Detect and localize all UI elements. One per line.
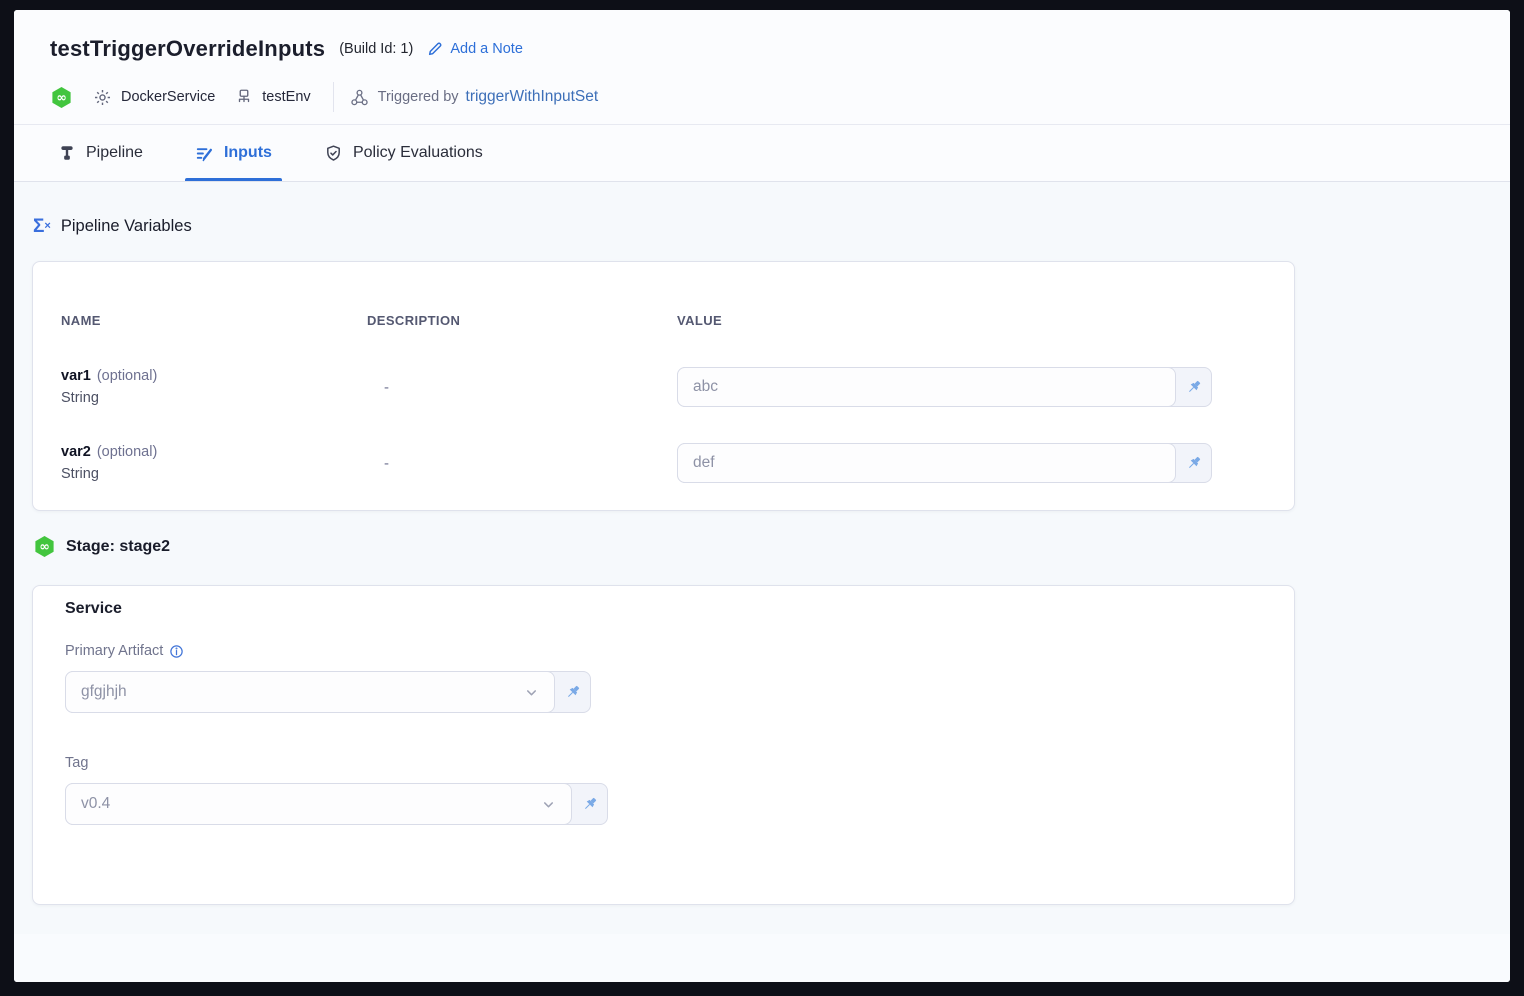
primary-artifact-label: Primary Artifact — [65, 643, 184, 659]
chevron-down-icon — [524, 685, 539, 700]
tab-policy-evaluations[interactable]: Policy Evaluations — [320, 125, 487, 181]
page-title: testTriggerOverrideInputs — [50, 36, 325, 62]
inputs-tab-content: Σ× Pipeline Variables NAME DESCRIPTION V… — [14, 182, 1510, 934]
tab-inputs[interactable]: Inputs — [191, 125, 276, 181]
tag-value: v0.4 — [81, 795, 110, 813]
environment-icon — [235, 88, 253, 106]
variable-value-input[interactable] — [677, 367, 1176, 407]
variable-optional-label: (optional) — [97, 444, 157, 460]
tab-policy-evaluations-label: Policy Evaluations — [353, 144, 483, 162]
variable-value-control — [677, 367, 1212, 407]
stage-title: Stage: stage2 — [66, 538, 170, 556]
pin-icon[interactable] — [555, 672, 590, 712]
environment-name-label: testEnv — [262, 89, 310, 105]
info-icon[interactable] — [169, 644, 184, 659]
webhook-icon — [350, 88, 369, 107]
cd-stage-icon: ∞ — [33, 535, 56, 558]
tag-control: v0.4 — [65, 783, 608, 825]
table-row: var1 (optional) String — [61, 368, 157, 406]
triggered-by-label: Triggered by — [378, 89, 459, 105]
variable-type: String — [61, 390, 157, 406]
pin-icon[interactable] — [1176, 444, 1211, 482]
svg-text:∞: ∞ — [56, 89, 66, 104]
column-header-description: DESCRIPTION — [367, 313, 460, 328]
add-note-button[interactable]: Add a Note — [427, 41, 523, 57]
variables-sigma-icon: Σ× — [33, 217, 51, 236]
add-note-label: Add a Note — [450, 41, 523, 57]
inputs-icon — [195, 144, 214, 163]
meta-divider — [333, 82, 334, 112]
primary-artifact-select[interactable]: gfgjhjh — [65, 671, 555, 713]
variable-value-control — [677, 443, 1212, 483]
execution-header: testTriggerOverrideInputs (Build Id: 1) … — [14, 10, 1510, 125]
svg-text:∞: ∞ — [39, 538, 49, 553]
service-section-title: Service — [65, 600, 122, 618]
primary-artifact-value: gfgjhjh — [81, 683, 127, 701]
shield-check-icon — [324, 144, 343, 163]
tab-pipeline[interactable]: Pipeline — [54, 125, 147, 181]
environment-meta[interactable]: testEnv — [235, 88, 310, 106]
tab-inputs-label: Inputs — [224, 144, 272, 162]
gear-icon — [93, 88, 112, 107]
stage-heading: ∞ Stage: stage2 — [33, 535, 170, 558]
service-card: Service Primary Artifact gfgjhjh — [32, 585, 1295, 905]
column-header-value: VALUE — [677, 313, 722, 328]
service-meta[interactable]: DockerService — [93, 88, 215, 107]
tab-pipeline-label: Pipeline — [86, 144, 143, 162]
service-name-label: DockerService — [121, 89, 215, 105]
pin-icon[interactable] — [1176, 368, 1211, 406]
chevron-down-icon — [541, 797, 556, 812]
table-row: var2 (optional) String — [61, 444, 157, 482]
pipeline-variables-title: Pipeline Variables — [61, 217, 192, 236]
variable-name: var2 — [61, 444, 91, 460]
tab-bar: Pipeline Inputs Policy Evaluations — [14, 125, 1510, 182]
build-id-label: (Build Id: 1) — [339, 41, 413, 57]
pipeline-icon — [58, 144, 76, 162]
variable-description: - — [384, 455, 389, 472]
pipeline-variables-heading: Σ× Pipeline Variables — [33, 217, 192, 236]
pipeline-variables-card: NAME DESCRIPTION VALUE var1 (optional) St… — [32, 261, 1295, 511]
cd-stage-icon: ∞ — [50, 86, 73, 109]
tag-label: Tag — [65, 755, 88, 771]
variable-description: - — [384, 379, 389, 396]
app-window: testTriggerOverrideInputs (Build Id: 1) … — [14, 10, 1510, 982]
variable-optional-label: (optional) — [97, 368, 157, 384]
primary-artifact-control: gfgjhjh — [65, 671, 591, 713]
content-footer — [14, 934, 1510, 982]
pencil-icon — [427, 41, 443, 57]
variable-value-input[interactable] — [677, 443, 1176, 483]
column-header-name: NAME — [61, 313, 101, 328]
tag-select[interactable]: v0.4 — [65, 783, 572, 825]
variable-type: String — [61, 466, 157, 482]
variable-name: var1 — [61, 368, 91, 384]
trigger-link[interactable]: triggerWithInputSet — [466, 88, 599, 106]
pin-icon[interactable] — [572, 784, 607, 824]
